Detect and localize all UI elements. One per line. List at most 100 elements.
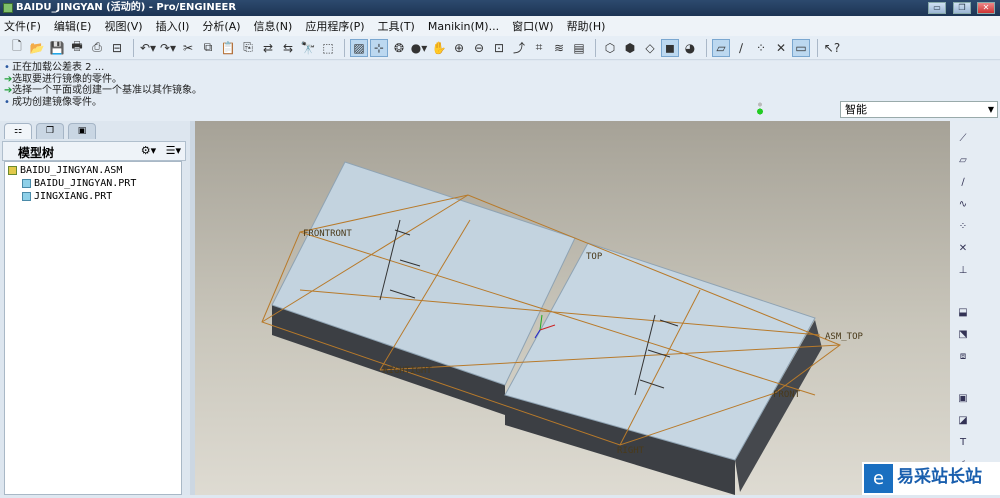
tree-node[interactable]: BAIDU_JINGYAN.ASM xyxy=(5,164,181,177)
redo-icon[interactable]: ↷▾ xyxy=(159,39,177,57)
graphics-viewport[interactable]: FRONTRONT TOP ASM_TOP RIGHTIGHT FRONT RI… xyxy=(195,121,950,495)
wireframe-icon[interactable]: ⬡ xyxy=(601,39,619,57)
zoom-in-icon[interactable]: ⊕ xyxy=(450,39,468,57)
regenerate-icon[interactable]: ⇄ xyxy=(259,39,277,57)
pan-icon[interactable]: ✋ xyxy=(430,39,448,57)
datum-point-tool-icon[interactable]: ⁘ xyxy=(955,221,971,235)
close-button[interactable]: ✕ xyxy=(977,2,995,14)
reorient-icon[interactable]: ⤴ xyxy=(510,39,528,57)
sketch-tool-icon[interactable]: ▱ xyxy=(955,155,971,169)
tree-show-button[interactable]: ☰▾ xyxy=(166,144,181,157)
menu-item[interactable]: Manikin(M)... xyxy=(428,20,499,33)
layers-icon[interactable]: ≋ xyxy=(550,39,568,57)
package-icon[interactable]: ⧈ xyxy=(955,351,971,365)
annotations-icon[interactable]: ▭ xyxy=(792,38,810,57)
assemble-icon[interactable]: ⬓ xyxy=(955,307,971,321)
find-icon[interactable]: 🔭 xyxy=(299,39,317,57)
menu-item[interactable]: 分析(A) xyxy=(202,18,240,34)
message-text: 正在加载公差表 2 ... xyxy=(12,62,105,73)
analysis-tool-icon[interactable]: ⊥ xyxy=(955,265,971,279)
toolbar-separator xyxy=(595,38,596,57)
copy-icon[interactable]: ⧉ xyxy=(199,39,217,57)
menu-item[interactable]: 窗口(W) xyxy=(512,18,553,34)
menu-item[interactable]: 信息(N) xyxy=(254,18,293,34)
minimize-button[interactable]: ▭ xyxy=(928,2,946,14)
paste-special-icon[interactable]: ⎘ xyxy=(239,39,257,57)
create-component-icon[interactable]: ⬔ xyxy=(955,329,971,343)
tree-node[interactable]: BAIDU_JINGYAN.PRT xyxy=(5,177,181,190)
close-window-icon[interactable]: ⊟ xyxy=(108,39,126,57)
selection-filter-dropdown[interactable]: 智能 ▼ xyxy=(840,101,998,118)
coordinate-systems-icon[interactable]: ✕ xyxy=(772,39,790,57)
send-icon[interactable]: ⎙ xyxy=(88,39,106,57)
appearance-icon[interactable]: ●▾ xyxy=(410,39,428,57)
folder-browser-tab[interactable]: ❐ xyxy=(36,123,64,139)
selection-filter-value: 智能 xyxy=(845,103,867,116)
undo-icon[interactable]: ↶▾ xyxy=(139,39,157,57)
enhanced-realism-icon[interactable]: ◕ xyxy=(681,39,699,57)
context-help-icon[interactable]: ↖? xyxy=(823,39,841,57)
prompt-arrow-icon: ➔ xyxy=(4,73,13,85)
datum-label-rightight[interactable]: RIGHTIGHT xyxy=(383,366,432,376)
regenerate-manager-icon[interactable]: ⇆ xyxy=(279,39,297,57)
select-box-icon[interactable]: ⬚ xyxy=(319,39,337,57)
paste-icon[interactable]: 📋 xyxy=(219,39,237,57)
status-light-icon xyxy=(757,101,763,115)
cut-tool-icon[interactable]: ◪ xyxy=(955,415,971,429)
refit-icon[interactable]: ⊡ xyxy=(490,39,508,57)
datum-label-asm-top[interactable]: ASM_TOP xyxy=(825,332,864,342)
datum-curve-tool-icon[interactable]: ∿ xyxy=(955,199,971,213)
toolbar-separator xyxy=(133,38,134,57)
shading-icon[interactable]: ◼ xyxy=(661,38,679,57)
menu-item[interactable]: 编辑(E) xyxy=(54,18,92,34)
watermark: e 易采站长站 xyxy=(862,462,1000,495)
repaint-icon[interactable]: ▨ xyxy=(350,38,368,57)
datum-planes-icon[interactable]: ▱ xyxy=(712,38,730,57)
model-view: FRONTRONT TOP ASM_TOP RIGHTIGHT FRONT RI… xyxy=(261,161,864,495)
print-icon[interactable]: 🖶 xyxy=(68,39,86,57)
datum-label-frontront[interactable]: FRONTRONT xyxy=(303,229,352,239)
datum-label-top[interactable]: TOP xyxy=(586,252,603,262)
menu-item[interactable]: 工具(T) xyxy=(378,18,415,34)
message-text: 成功创建镜像零件。 xyxy=(12,96,102,108)
save-icon[interactable]: 💾 xyxy=(48,39,66,57)
open-icon[interactable]: 📂 xyxy=(28,39,46,57)
no-hidden-icon[interactable]: ◇ xyxy=(641,39,659,57)
tree-node[interactable]: JINGXIANG.PRT xyxy=(5,190,181,203)
tree-node-label: JINGXIANG.PRT xyxy=(34,191,113,202)
datum-axis-tool-icon[interactable]: ∕ xyxy=(955,177,971,191)
datum-label-right[interactable]: RIGHT xyxy=(617,446,645,456)
tree-settings-button[interactable]: ⚙▾ xyxy=(141,144,156,157)
orient-mode-icon[interactable]: ❂ xyxy=(390,39,408,57)
model-tree-tab[interactable]: ⚏ xyxy=(4,123,32,139)
model-tree-title: 模型树 xyxy=(18,146,55,160)
menu-item[interactable]: 视图(V) xyxy=(104,18,142,34)
chevron-down-icon: ▼ xyxy=(987,105,994,114)
slot-tool-icon[interactable]: T xyxy=(955,437,971,451)
favorites-tab[interactable]: ▣ xyxy=(68,123,96,139)
zoom-out-icon[interactable]: ⊖ xyxy=(470,39,488,57)
menu-item[interactable]: 文件(F) xyxy=(4,18,41,34)
model-tree: BAIDU_JINGYAN.ASM BAIDU_JINGYAN.PRT JINGXI… xyxy=(4,161,182,495)
datum-axes-icon[interactable]: ∕ xyxy=(732,39,750,57)
restore-button[interactable]: ❐ xyxy=(953,2,971,14)
message-line: ➔选取要进行镜像的零件。 xyxy=(4,74,996,86)
view-manager-icon[interactable]: ▤ xyxy=(570,39,588,57)
new-icon[interactable]: 🗋 xyxy=(8,39,26,57)
datum-label-front[interactable]: FRONT xyxy=(773,390,801,400)
hole-tool-icon[interactable]: ▣ xyxy=(955,393,971,407)
toolbar-separator xyxy=(344,38,345,57)
spin-center-icon[interactable]: ⊹ xyxy=(370,38,388,57)
model-tree-header: 模型树 ⚙▾ ☰▾ xyxy=(2,141,186,161)
hidden-line-icon[interactable]: ⬢ xyxy=(621,39,639,57)
csys-tool-icon[interactable]: ✕ xyxy=(955,243,971,257)
message-line: ➔选择一个平面或创建一个基准以其作镜象。 xyxy=(4,85,996,97)
saved-views-icon[interactable]: ⌗ xyxy=(530,39,548,57)
menu-item[interactable]: 帮助(H) xyxy=(567,18,606,34)
cut-icon[interactable]: ✂ xyxy=(179,39,197,57)
menu-item[interactable]: 插入(I) xyxy=(156,18,190,34)
datum-plane-tool-icon[interactable]: ⟋ xyxy=(955,133,971,147)
menu-item[interactable]: 应用程序(P) xyxy=(305,18,364,34)
tree-node-label: BAIDU_JINGYAN.ASM xyxy=(20,165,123,176)
datum-points-icon[interactable]: ⁘ xyxy=(752,39,770,57)
